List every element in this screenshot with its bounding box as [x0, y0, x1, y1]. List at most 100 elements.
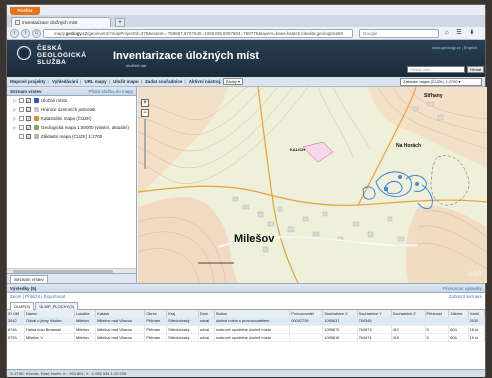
firefox-menu-button[interactable]: Firefox [10, 7, 40, 15]
page-icon [15, 20, 20, 26]
table-row[interactable]: 5753 Milešov V Milešov Milešov nad Vltavou P… [7, 333, 486, 342]
layer-visibility-checkbox[interactable] [19, 98, 24, 104]
zoom-slider[interactable] [144, 119, 146, 169]
table-cell: Příbram [144, 333, 168, 342]
table-cell: 764474 [357, 333, 392, 342]
layer-legend-icon [34, 98, 39, 104]
menu-item-url[interactable]: URL mapy [85, 79, 107, 84]
table-cell: Příbram [144, 317, 168, 326]
home-icon[interactable]: ⌂ [32, 29, 41, 38]
site-header: ČESKÁ GEOLOGICKÁ SLUŽBA Inventarizace úl… [7, 40, 485, 77]
layer-item[interactable]: ▷ ✓ Úložné místo [7, 96, 136, 105]
table-cell: odval [198, 317, 215, 326]
table-cell: 1095637 [322, 317, 358, 326]
table-cell [425, 317, 450, 326]
table-cell: 606 [448, 333, 469, 342]
column-header[interactable]: Název [24, 310, 75, 317]
layer-item[interactable]: ▷ ✓ Hranice územních jednotek [7, 105, 136, 114]
layer-item[interactable]: ▷ ✓ Geologická mapa 1:50000 (vlastní, aktu… [7, 123, 136, 132]
app-title: Inventarizace úložných míst [113, 50, 260, 62]
layer-active-checkbox[interactable]: ✓ [26, 98, 31, 104]
column-header[interactable]: Provozovatel [289, 310, 324, 317]
table-cell: 764345 [357, 317, 392, 326]
menu-item-active-tool: Aktivní nástroj: [188, 79, 222, 84]
menu-item-save[interactable]: Uložit mapu [113, 79, 139, 84]
table-cell: 764573 [357, 325, 392, 334]
place-search-input[interactable]: Hledat obec [407, 66, 465, 73]
menu-item-projects[interactable]: Mapové projekty [10, 79, 46, 84]
browser-window: Firefox Inventarizace úložných míst + ‹ … [6, 4, 487, 377]
esri-logo: esri [468, 269, 481, 278]
place-search-button[interactable]: Hledat [467, 66, 484, 73]
layer-active-checkbox[interactable]: ✓ [26, 107, 31, 113]
column-header[interactable]: Vznik [468, 310, 486, 317]
map-view[interactable]: + − Milešov KALICH Na Horách Střhany esr… [138, 87, 487, 283]
expand-icon[interactable]: ▷ [13, 96, 18, 105]
basemap-select[interactable]: Základní mapa (ČÚZK) 1:2700 ▾ [400, 78, 482, 86]
table-cell: Středočeský [166, 325, 199, 334]
table-cell: rozkrově opuštěné úložné místo [214, 333, 291, 342]
url-bar[interactable]: mapy.geology.cz/geoinvent/?mapProjectId=… [43, 29, 353, 38]
layer-item[interactable]: ✓ Základní mapa (ČÚZK) 1:2700 [7, 132, 136, 141]
browser-tab[interactable]: Inventarizace úložných míst [11, 17, 111, 27]
table-row[interactable]: 3042 Odval u jámy Václav Milešov Milešov na… [7, 317, 486, 326]
cgs-logotype: ČESKÁ GEOLOGICKÁ SLUŽBA [37, 45, 87, 66]
app-subtitle: úložiště dat [126, 63, 147, 68]
show-list-link[interactable]: Zobrazit seznam [449, 293, 482, 301]
tab-ulmp-plochy[interactable]: ÚLMP_PLOCHY(3) [35, 302, 79, 310]
column-header[interactable]: Status [214, 310, 291, 317]
layer-label: Úložné místo [41, 98, 68, 103]
layer-label: Hranice územních jednotek [41, 107, 96, 112]
expand-icon[interactable]: ▷ [13, 105, 18, 114]
column-header[interactable]: Souřadnice X [322, 310, 358, 317]
layer-visibility-checkbox[interactable] [19, 134, 24, 140]
toolbar-icons[interactable]: ⌂ ☰ ⬇ [445, 29, 477, 36]
expand-icon[interactable]: ▷ [13, 114, 18, 123]
column-header[interactable]: Přesnost [425, 310, 450, 317]
column-header[interactable]: Zákres [448, 310, 469, 317]
column-header[interactable]: Katastr [95, 310, 146, 317]
layer-active-checkbox[interactable]: ✓ [26, 116, 31, 122]
menu-item-coords[interactable]: Zadat souřadnice [145, 79, 182, 84]
zoom-out-button[interactable]: − [141, 109, 149, 117]
table-header-row: ID ÚM Název Lokalita Katastr Okres Kraj Druh St… [7, 310, 486, 317]
layer-active-checkbox[interactable]: ✓ [26, 125, 31, 131]
layer-visibility-checkbox[interactable] [19, 107, 24, 113]
column-header[interactable]: Souřadnice Z [391, 310, 426, 317]
table-cell [289, 325, 324, 334]
results-title: Výsledky (5) Přesunout výsledky [7, 284, 485, 293]
column-header[interactable]: ID ÚM [7, 310, 26, 317]
table-cell: 412 [391, 325, 426, 334]
table-cell: 16.st [468, 325, 486, 334]
active-tool-select[interactable]: Žádný ▾ [222, 78, 244, 86]
column-header[interactable]: Druh [198, 310, 215, 317]
move-results-link[interactable]: Přesunout výsledky [443, 284, 482, 293]
browser-search-input[interactable]: Google [359, 29, 439, 38]
menu-item-search[interactable]: Vyhledávání [52, 79, 78, 84]
column-header[interactable]: Lokalita [74, 310, 97, 317]
expand-icon[interactable]: ▷ [13, 123, 18, 132]
layer-label: Geologická mapa 1:50000 (vlastní, aktuál… [41, 125, 130, 130]
tab-ulmp[interactable]: ÚLMP(5) [10, 302, 35, 310]
zoom-in-button[interactable]: + [141, 99, 149, 107]
new-tab-button[interactable]: + [115, 18, 125, 27]
header-links[interactable]: www.geology.cz | English [432, 45, 477, 50]
column-header[interactable]: Okres [144, 310, 168, 317]
table-cell: Středočeský [166, 317, 199, 326]
layer-active-checkbox[interactable]: ✓ [26, 134, 31, 140]
table-row[interactable]: 8746 Halda dolu Bmanuel Milešov Milešov nad… [7, 325, 486, 334]
layer-visibility-checkbox[interactable] [19, 125, 24, 131]
layer-item[interactable]: ▷ ✓ Katastrální mapa (ČÚZK) [7, 114, 136, 123]
results-action-links[interactable]: Zoom | Přiblížit | Exportovat [10, 294, 65, 299]
table-cell: 5753 [7, 333, 26, 342]
column-header[interactable]: Kraj [166, 310, 199, 317]
back-icon[interactable]: ‹ [10, 29, 19, 38]
forward-icon[interactable]: › [21, 29, 30, 38]
table-cell: Milešov [74, 325, 97, 334]
layer-visibility-checkbox[interactable] [19, 116, 24, 122]
layer-legend-icon [34, 134, 39, 140]
menu-bar: Mapové projekty | Vyhledávání | URL mapy | … [7, 77, 485, 87]
add-service-link[interactable]: Přidat službu do mapy [88, 87, 133, 96]
table-cell: Středočeský [166, 333, 199, 342]
column-header[interactable]: Souřadnice Y [357, 310, 392, 317]
